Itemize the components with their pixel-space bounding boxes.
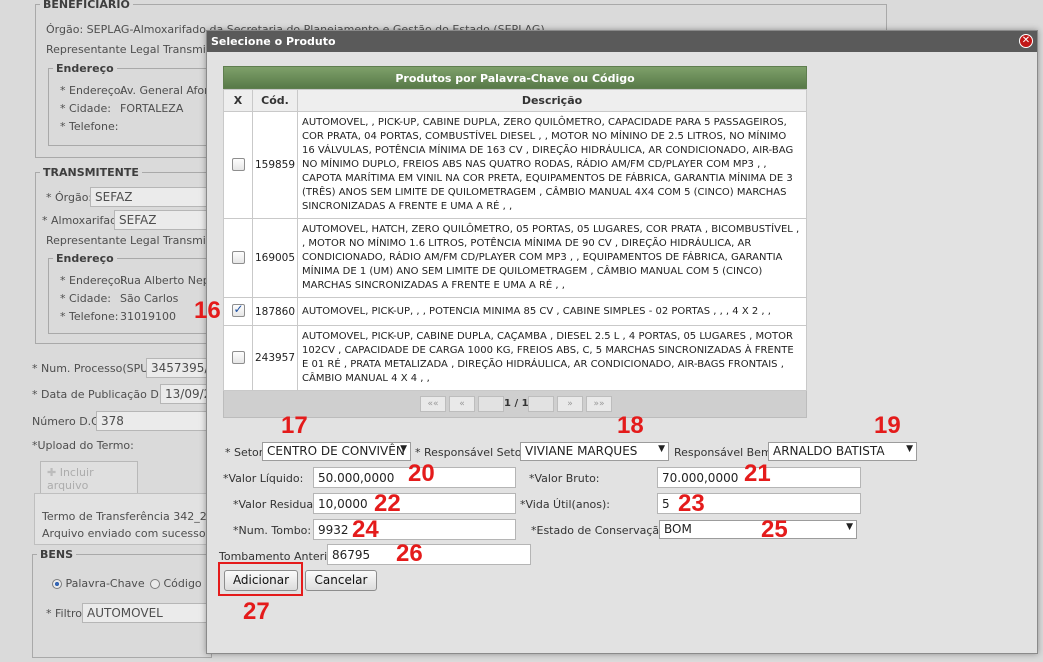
table-row[interactable]: 169005 AUTOMOVEL, HATCH, ZERO QUILÔMETRO… [223,218,807,298]
products-table-caption: Produtos por Palavra-Chave ou Código [223,66,807,89]
table-row[interactable]: 243957 AUTOMOVEL, PICK-UP, CABINE DUPLA,… [223,325,807,391]
annotation-16: 16 [194,297,221,324]
row-description: AUTOMOVEL, PICK-UP, CABINE DUPLA, CAÇAMB… [297,325,807,391]
table-header-row: X Cód. Descrição [223,89,807,112]
annotation-19: 19 [874,412,901,439]
pager-blank [528,396,554,412]
products-table: X Cód. Descrição 159859 AUTOMOVEL, , PIC… [223,89,807,391]
row-code: 243957 [252,325,298,391]
responsavel-setor-value: VIVIANE MARQUES [525,444,638,458]
pager-page-input[interactable] [478,396,504,412]
pager-prev-button[interactable]: « [449,396,475,412]
estado-conservacao-value: BOM [664,522,692,536]
responsavel-bem-value: ARNALDO BATISTA [773,444,885,458]
annotation-23: 23 [678,490,705,517]
responsavel-setor-label: * Responsável Setor: [415,446,530,459]
chevron-down-icon: ▼ [846,522,853,532]
row-select-cell[interactable] [223,325,253,391]
column-header-select: X [223,89,253,112]
annotation-17: 17 [281,412,308,439]
row-checkbox-checked[interactable] [231,302,245,318]
responsavel-bem-select[interactable]: ARNALDO BATISTA ▼ [768,442,917,461]
tombamento-anterior-input[interactable]: 86795 [327,544,531,565]
annotation-21: 21 [744,460,771,487]
row-description: AUTOMOVEL, HATCH, ZERO QUILÔMETRO, 05 PO… [297,218,807,298]
close-icon[interactable]: ✕ [1019,34,1033,48]
chevron-down-icon: ▼ [658,444,665,454]
row-code: 187860 [252,297,298,326]
responsavel-bem-label: Responsável Bem: [674,446,776,459]
adicionar-highlight-box [218,562,303,596]
valor-residual-label: *Valor Residual: [233,498,320,511]
chevron-down-icon: ▼ [400,444,407,454]
vida-util-label: *Vida Útil(anos): [520,498,610,511]
annotation-20: 20 [408,460,435,487]
select-product-dialog: Selecione o Produto ✕ Produtos por Palav… [206,30,1038,654]
cancelar-button[interactable]: Cancelar [305,570,377,591]
setor-select[interactable]: CENTRO DE CONVIVÊN ▼ [262,442,411,461]
num-tombo-label: *Num. Tombo: [233,524,312,537]
num-tombo-input[interactable]: 9932 [313,519,516,540]
valor-residual-input[interactable]: 10,0000 [313,493,516,514]
row-code: 159859 [252,111,298,219]
annotation-27: 27 [243,598,270,625]
table-row[interactable]: 187860 AUTOMOVEL, PICK-UP, , , POTENCIA … [223,297,807,326]
estado-conservacao-label: *Estado de Conservação: [531,524,670,537]
row-checkbox[interactable] [231,250,245,264]
row-select-cell[interactable] [223,218,253,298]
table-row[interactable]: 159859 AUTOMOVEL, , PICK-UP, CABINE DUPL… [223,111,807,219]
pager-page-indicator: 1 / 1 [504,398,529,409]
responsavel-setor-select[interactable]: VIVIANE MARQUES ▼ [520,442,669,461]
estado-conservacao-select[interactable]: BOM ▼ [659,520,857,539]
annotation-22: 22 [374,490,401,517]
row-description: AUTOMOVEL, , PICK-UP, CABINE DUPLA, ZERO… [297,111,807,219]
row-select-cell[interactable] [223,111,253,219]
row-code: 169005 [252,218,298,298]
row-checkbox[interactable] [231,350,245,364]
annotation-24: 24 [352,516,379,543]
pager-next-button[interactable]: » [557,396,583,412]
dialog-titlebar: Selecione o Produto ✕ [207,31,1037,52]
valor-liquido-label: *Valor Líquido: [223,472,304,485]
products-table-panel: Produtos por Palavra-Chave ou Código X C… [223,66,807,418]
pager-last-button[interactable]: »» [586,396,612,412]
valor-bruto-label: *Valor Bruto: [529,472,600,485]
chevron-down-icon: ▼ [906,444,913,454]
column-header-description: Descrição [297,89,807,112]
table-pager: «« « 1 / 1 » »» [223,391,807,418]
setor-label: * Setor: [225,446,267,459]
annotation-26: 26 [396,540,423,567]
annotation-18: 18 [617,412,644,439]
row-description: AUTOMOVEL, PICK-UP, , , POTENCIA MINIMA … [297,297,807,326]
dialog-title: Selecione o Produto [211,35,336,48]
pager-first-button[interactable]: «« [420,396,446,412]
annotation-25: 25 [761,516,788,543]
setor-select-value: CENTRO DE CONVIVÊN [267,444,405,458]
column-header-code: Cód. [252,89,298,112]
row-checkbox[interactable] [231,157,245,171]
row-select-cell[interactable] [223,297,253,326]
